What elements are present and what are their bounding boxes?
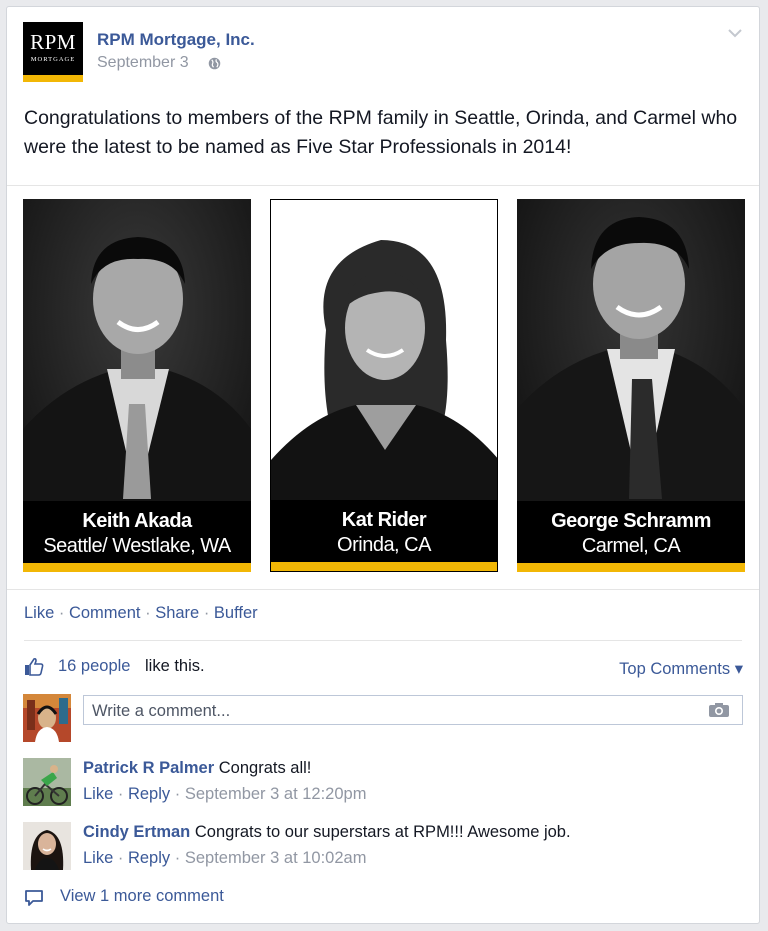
person-name: Keith Akada (82, 510, 192, 532)
caret-down-icon: ▾ (734, 660, 743, 678)
top-comments-label: Top Comments (619, 660, 731, 678)
comment-bubble-icon (25, 890, 43, 906)
avatar[interactable] (23, 822, 71, 870)
avatar[interactable] (23, 694, 71, 742)
avatar[interactable] (23, 758, 71, 806)
portrait-george-schramm: George Schramm Carmel, CA (517, 199, 745, 572)
comment-input-box (83, 695, 743, 725)
person-location: Carmel, CA (581, 535, 681, 557)
share-link[interactable]: Share (155, 604, 199, 622)
comment-input[interactable] (90, 697, 694, 725)
post-photo[interactable]: Keith Akada Seattle/ Westlake, WA Kat Ri… (7, 185, 759, 590)
top-comments-dropdown[interactable]: Top Comments ▾ (619, 659, 743, 679)
logo-subtext: MORTGAGE (30, 56, 76, 63)
thumbs-up-icon (25, 657, 44, 676)
comment-timestamp[interactable]: September 3 at 10:02am (185, 849, 367, 867)
separator: · (203, 604, 210, 622)
person-location: Orinda, CA (337, 534, 431, 556)
portrait-keith-akada: Keith Akada Seattle/ Westlake, WA (23, 199, 251, 572)
logo-accent-bar (23, 75, 83, 82)
person-location: Seattle/ Westlake, WA (43, 535, 231, 557)
separator: · (174, 849, 181, 867)
comment-author-link[interactable]: Cindy Ertman (83, 823, 190, 841)
separator: · (58, 604, 65, 622)
logo-text: RPM (30, 30, 76, 54)
portrait-kat-rider: Kat Rider Orinda, CA (270, 199, 498, 572)
comment-meta: Like · Reply · September 3 at 12:20pm (83, 785, 366, 804)
page-logo[interactable]: RPM MORTGAGE (23, 22, 83, 82)
globe-icon (208, 57, 221, 70)
comment-reply-link[interactable]: Reply (128, 785, 170, 803)
person-name: Kat Rider (341, 509, 427, 531)
separator: · (145, 604, 151, 622)
camera-icon[interactable] (708, 702, 730, 718)
comment-like-link[interactable]: Like (83, 849, 113, 867)
post-actions: Like · Comment · Share · Buffer (24, 604, 258, 623)
avatar-image (23, 822, 71, 870)
person-name: George Schramm (551, 510, 711, 532)
post-text: Congratulations to members of the RPM fa… (24, 107, 738, 158)
divider (24, 640, 742, 641)
likes-count-link[interactable]: 16 people (58, 657, 131, 676)
view-more-label: View 1 more comment (60, 887, 224, 905)
comment-text: Congrats to our superstars at RPM!!! Awe… (194, 823, 571, 841)
comment-body: Cindy Ertman Congrats to our superstars … (83, 823, 571, 842)
separator: · (117, 849, 124, 867)
avatar-image (23, 758, 71, 806)
name-plate-accent (23, 563, 251, 572)
page-name-link[interactable]: RPM Mortgage, Inc. (97, 30, 255, 50)
name-plate-accent (271, 562, 497, 571)
buffer-link[interactable]: Buffer (214, 604, 258, 622)
comment-body: Patrick R Palmer Congrats all! (83, 759, 311, 778)
comment-text: Congrats all! (218, 759, 312, 777)
post-date[interactable]: September 3 (97, 54, 189, 72)
likes-suffix: like this. (145, 657, 205, 675)
comment-author-link[interactable]: Patrick R Palmer (83, 759, 214, 777)
comment-like-link[interactable]: Like (83, 785, 113, 803)
name-plate-accent (517, 563, 745, 572)
separator: · (174, 785, 181, 803)
like-link[interactable]: Like (24, 604, 54, 622)
avatar-image (23, 694, 71, 742)
comment-meta: Like · Reply · September 3 at 10:02am (83, 849, 366, 868)
comment-link[interactable]: Comment (69, 604, 141, 622)
post-card: RPM MORTGAGE RPM Mortgage, Inc. Septembe… (6, 6, 760, 924)
chevron-down-icon[interactable] (727, 27, 743, 39)
comment-reply-link[interactable]: Reply (128, 849, 170, 867)
comment-timestamp[interactable]: September 3 at 12:20pm (185, 785, 367, 803)
separator: · (117, 785, 124, 803)
